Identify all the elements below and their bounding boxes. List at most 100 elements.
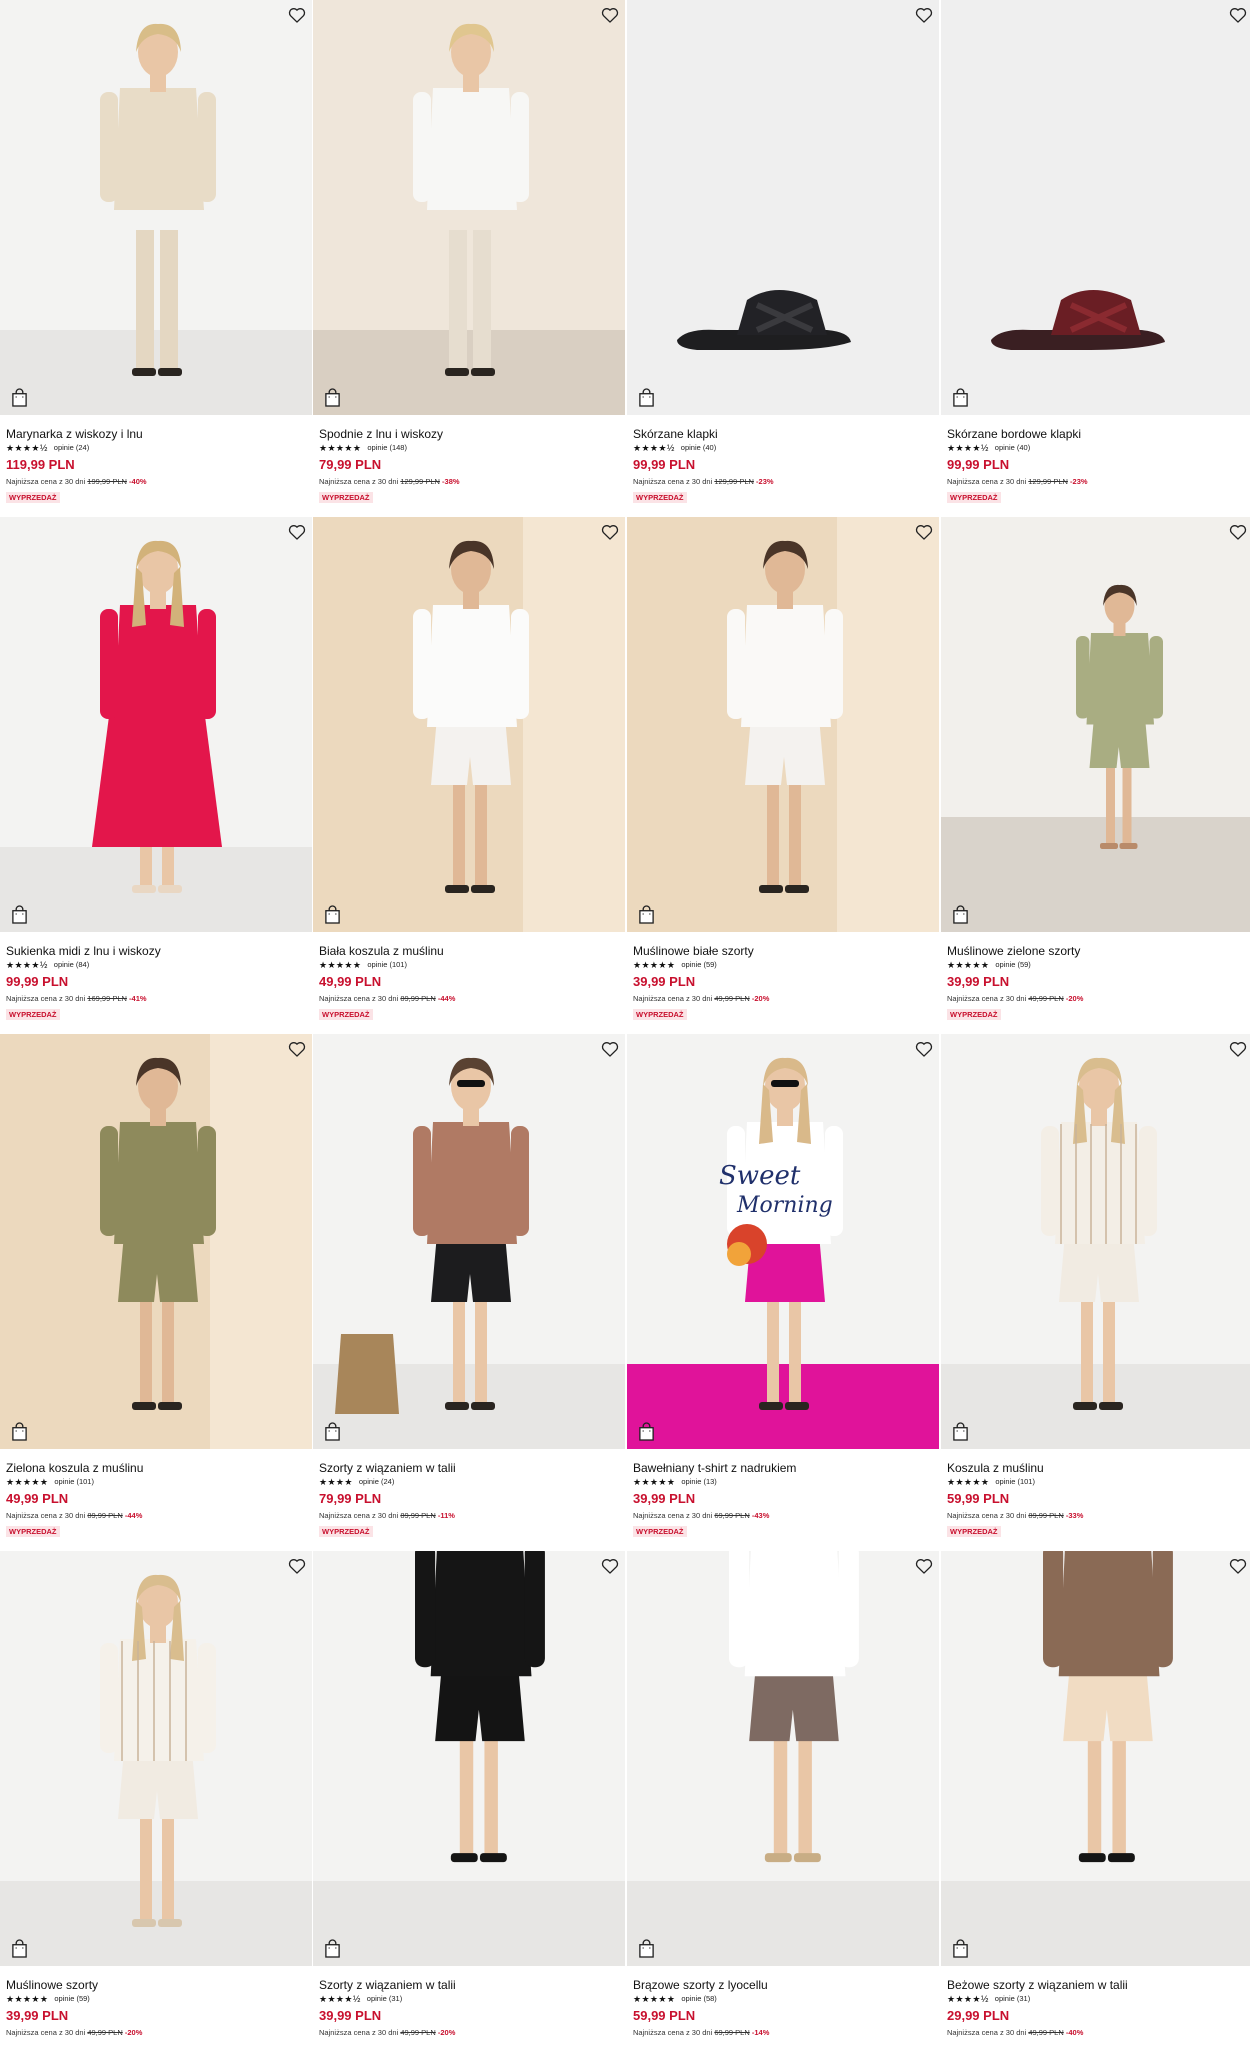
product-image[interactable] (0, 0, 312, 415)
product-name[interactable]: Spodnie z lnu i wiskozy (319, 427, 626, 441)
product-card[interactable]: Biała koszula z muślinu ★★★★★ opinie (10… (313, 517, 626, 1034)
product-card[interactable]: Muślinowe szorty ★★★★★ opinie (59) 39,99… (0, 1551, 313, 2068)
product-image[interactable] (627, 517, 939, 932)
shopping-bag-icon[interactable] (324, 388, 341, 407)
product-card[interactable]: Muślinowe białe szorty ★★★★★ opinie (59)… (627, 517, 940, 1034)
review-count[interactable]: opinie (58) (681, 1994, 716, 2004)
product-name[interactable]: Skórzane klapki (633, 427, 940, 441)
review-count[interactable]: opinie (59) (995, 960, 1030, 970)
product-image[interactable] (313, 1034, 625, 1449)
shopping-bag-icon[interactable] (324, 1939, 341, 1958)
product-image[interactable]: Sweet Morning (627, 1034, 939, 1449)
shopping-bag-icon[interactable] (952, 1939, 969, 1958)
product-card[interactable]: Skórzane klapki ★★★★½ opinie (40) 99,99 … (627, 0, 940, 517)
product-name[interactable]: Sukienka midi z lnu i wiskozy (6, 944, 313, 958)
lowest-price-info: Najniższa cena z 30 dni 89,99 PLN -11% (319, 1511, 626, 1521)
product-card[interactable]: Brązowe szorty z lyocellu ★★★★★ opinie (… (627, 1551, 940, 2068)
shopping-bag-icon[interactable] (11, 1422, 28, 1441)
product-image[interactable] (313, 517, 625, 932)
shopping-bag-icon[interactable] (952, 388, 969, 407)
product-name[interactable]: Brązowe szorty z lyocellu (633, 1978, 940, 1992)
product-name[interactable]: Koszula z muślinu (947, 1461, 1250, 1475)
heart-outline-icon[interactable] (287, 1039, 307, 1059)
product-card[interactable]: Koszula z muślinu ★★★★★ opinie (101) 59,… (941, 1034, 1250, 1551)
review-count[interactable]: opinie (24) (359, 1477, 394, 1487)
review-count[interactable]: opinie (59) (54, 1994, 89, 2004)
product-image[interactable] (941, 0, 1250, 415)
shopping-bag-icon[interactable] (324, 1422, 341, 1441)
review-count[interactable]: opinie (84) (54, 960, 89, 970)
shopping-bag-icon[interactable] (638, 1422, 655, 1441)
product-card[interactable]: Sweet Morning Bawełniany t-shirt z nadruk… (627, 1034, 940, 1551)
heart-outline-icon[interactable] (1228, 1039, 1248, 1059)
review-count[interactable]: opinie (31) (367, 1994, 402, 2004)
product-image[interactable] (627, 0, 939, 415)
shopping-bag-icon[interactable] (324, 905, 341, 924)
shopping-bag-icon[interactable] (952, 905, 969, 924)
product-image[interactable] (313, 1551, 625, 1966)
product-card[interactable]: Muślinowe zielone szorty ★★★★★ opinie (5… (941, 517, 1250, 1034)
review-count[interactable]: opinie (59) (681, 960, 716, 970)
review-count[interactable]: opinie (101) (995, 1477, 1035, 1487)
product-name[interactable]: Muślinowe szorty (6, 1978, 313, 1992)
product-card[interactable]: Szorty z wiązaniem w talii ★★★★½ opinie … (313, 1551, 626, 2068)
shopping-bag-icon[interactable] (638, 388, 655, 407)
product-name[interactable]: Biała koszula z muślinu (319, 944, 626, 958)
heart-outline-icon[interactable] (600, 5, 620, 25)
review-count[interactable]: opinie (24) (54, 443, 89, 453)
review-count[interactable]: opinie (101) (54, 1477, 94, 1487)
heart-outline-icon[interactable] (914, 5, 934, 25)
heart-outline-icon[interactable] (1228, 522, 1248, 542)
product-card[interactable]: Sukienka midi z lnu i wiskozy ★★★★½ opin… (0, 517, 313, 1034)
product-card[interactable]: Beżowe szorty z wiązaniem w talii ★★★★½ … (941, 1551, 1250, 2068)
heart-outline-icon[interactable] (914, 1039, 934, 1059)
heart-outline-icon[interactable] (600, 1556, 620, 1576)
heart-outline-icon[interactable] (600, 522, 620, 542)
product-name[interactable]: Szorty z wiązaniem w talii (319, 1461, 626, 1475)
shopping-bag-icon[interactable] (11, 388, 28, 407)
product-card[interactable]: Marynarka z wiskozy i lnu ★★★★½ opinie (… (0, 0, 313, 517)
heart-outline-icon[interactable] (1228, 1556, 1248, 1576)
heart-outline-icon[interactable] (287, 5, 307, 25)
product-price: 29,99 PLN (947, 2008, 1010, 2023)
shopping-bag-icon[interactable] (11, 905, 28, 924)
product-card[interactable]: Skórzane bordowe klapki ★★★★½ opinie (40… (941, 0, 1250, 517)
shopping-bag-icon[interactable] (638, 1939, 655, 1958)
heart-outline-icon[interactable] (914, 1556, 934, 1576)
product-image[interactable] (627, 1551, 939, 1966)
review-count[interactable]: opinie (31) (995, 1994, 1030, 2004)
product-name[interactable]: Zielona koszula z muślinu (6, 1461, 313, 1475)
product-card[interactable]: Spodnie z lnu i wiskozy ★★★★★ opinie (14… (313, 0, 626, 517)
product-image[interactable] (313, 0, 625, 415)
product-image[interactable] (941, 1034, 1250, 1449)
heart-outline-icon[interactable] (287, 522, 307, 542)
review-count[interactable]: opinie (13) (681, 1477, 716, 1487)
product-image[interactable] (0, 1551, 312, 1966)
product-name[interactable]: Muślinowe zielone szorty (947, 944, 1250, 958)
heart-outline-icon[interactable] (287, 1556, 307, 1576)
review-count[interactable]: opinie (40) (995, 443, 1030, 453)
product-name[interactable]: Beżowe szorty z wiązaniem w talii (947, 1978, 1250, 1992)
review-count[interactable]: opinie (40) (681, 443, 716, 453)
product-name[interactable]: Muślinowe białe szorty (633, 944, 940, 958)
product-name[interactable]: Bawełniany t-shirt z nadrukiem (633, 1461, 940, 1475)
product-image[interactable] (941, 1551, 1250, 1966)
review-count[interactable]: opinie (148) (367, 443, 407, 453)
product-name[interactable]: Szorty z wiązaniem w talii (319, 1978, 626, 1992)
heart-outline-icon[interactable] (600, 1039, 620, 1059)
product-name[interactable]: Skórzane bordowe klapki (947, 427, 1250, 441)
product-name[interactable]: Marynarka z wiskozy i lnu (6, 427, 313, 441)
heart-outline-icon[interactable] (1228, 5, 1248, 25)
review-count[interactable]: opinie (101) (367, 960, 407, 970)
product-image[interactable] (0, 517, 312, 932)
product-card[interactable]: Szorty z wiązaniem w talii ★★★★ opinie (… (313, 1034, 626, 1551)
product-info: Muślinowe zielone szorty ★★★★★ opinie (5… (941, 932, 1250, 1022)
product-image[interactable] (0, 1034, 312, 1449)
product-card[interactable]: Zielona koszula z muślinu ★★★★★ opinie (… (0, 1034, 313, 1551)
shopping-bag-icon[interactable] (11, 1939, 28, 1958)
shopping-bag-icon[interactable] (952, 1422, 969, 1441)
product-image[interactable] (941, 517, 1250, 932)
heart-outline-icon[interactable] (914, 522, 934, 542)
shopping-bag-icon[interactable] (638, 905, 655, 924)
discount-percent: -43% (751, 1511, 770, 1520)
